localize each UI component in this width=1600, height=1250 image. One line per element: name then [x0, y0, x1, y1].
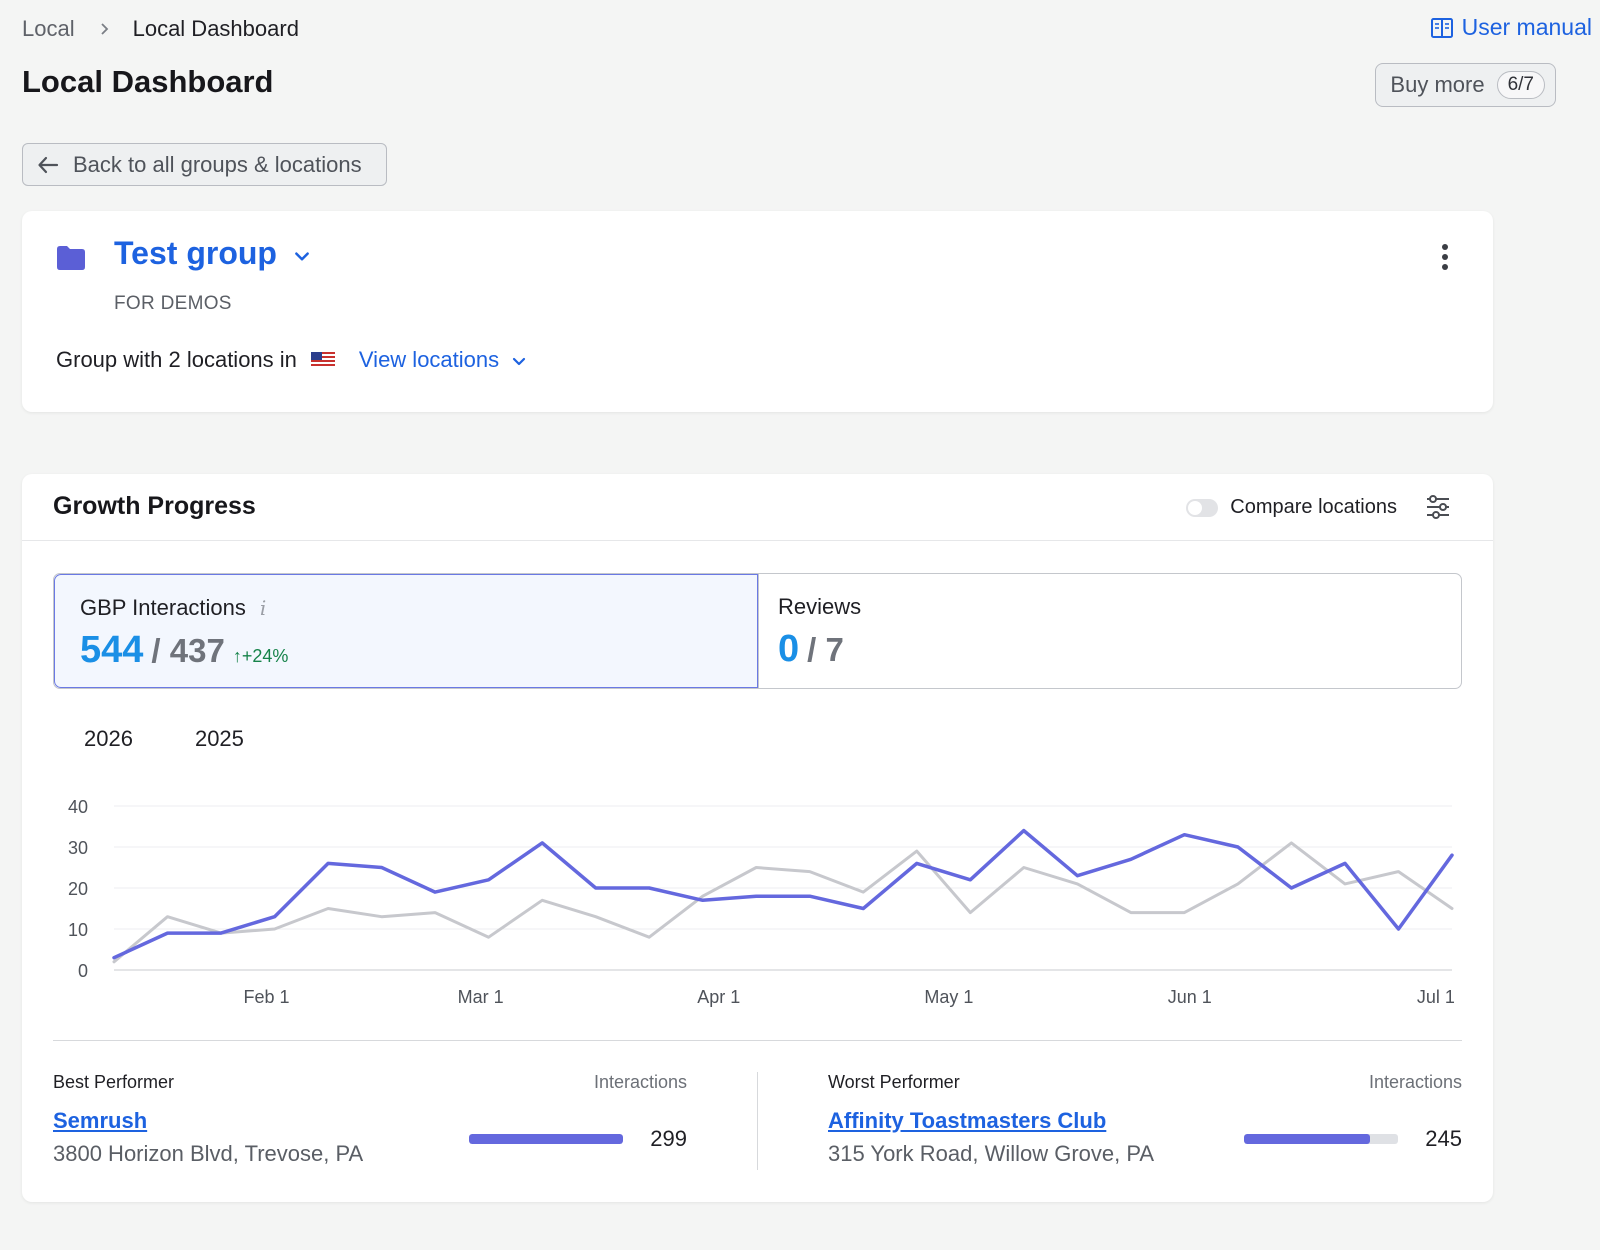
buy-more-button[interactable]: Buy more 6/7	[1375, 63, 1556, 107]
metric-label-text: GBP Interactions	[80, 595, 246, 620]
group-subtitle: FOR DEMOS	[114, 293, 232, 314]
best-performer-bar	[469, 1134, 623, 1144]
y-tick-label: 0	[78, 961, 88, 981]
chart-legend: 2026 2025	[84, 726, 244, 752]
metric-label: Reviews	[778, 594, 861, 620]
metric-current: 544	[80, 629, 144, 671]
x-tick-label: May 1	[924, 987, 973, 1007]
metric-label-text: Reviews	[778, 594, 862, 619]
buy-more-label: Buy more	[1390, 72, 1485, 97]
back-to-groups-button[interactable]: Back to all groups & locations	[22, 143, 387, 186]
view-locations-dropdown[interactable]: View locations	[359, 347, 527, 373]
toggle-switch[interactable]	[1186, 498, 1219, 517]
best-performer-link[interactable]: Semrush	[53, 1108, 147, 1134]
group-description: Group with 2 locations in View locations	[56, 347, 527, 373]
metric-current: 0	[778, 628, 800, 670]
series-line-2026	[112, 828, 1454, 960]
growth-header: Growth Progress Compare locations	[22, 474, 1493, 541]
compare-locations-label: Compare locations	[1230, 496, 1397, 518]
tab-reviews[interactable]: Reviews 0 / 7	[758, 574, 1461, 688]
sliders-icon[interactable]	[1425, 494, 1451, 520]
group-name: Test group	[114, 235, 277, 271]
group-description-text: Group with 2 locations in	[56, 347, 297, 372]
tab-gbp-interactions[interactable]: GBP Interactions i 544 / 437 ↑+24%	[54, 574, 758, 688]
breadcrumb-local-link[interactable]: Local	[22, 16, 75, 42]
view-locations-label: View locations	[358, 347, 500, 372]
metric-label: GBP Interactions i	[80, 595, 266, 621]
page-title: Local Dashboard	[22, 64, 274, 99]
best-performer-address: 3800 Horizon Blvd, Trevose, PA	[53, 1141, 364, 1166]
y-tick-label: 40	[68, 797, 88, 817]
metric-previous: / 7	[807, 631, 844, 668]
x-tick-label: Feb 1	[244, 987, 290, 1007]
interactions-column-label: Interactions	[1368, 1072, 1462, 1092]
user-manual-link[interactable]: User manual	[1430, 14, 1592, 41]
best-performer-heading: Best Performer	[53, 1072, 175, 1092]
interactions-line-chart: 0 10 20 30 40 Feb 1 Mar 1 Apr 1 May 1 Jun 1 Jul 1	[68, 797, 1455, 1007]
y-tick-label: 30	[68, 838, 88, 858]
group-card: Test group FOR DEMOS Group with 2 locati…	[22, 211, 1493, 412]
back-label: Back to all groups & locations	[73, 151, 362, 177]
metric-value: 0 / 7	[778, 628, 844, 671]
us-flag-icon	[310, 352, 335, 368]
x-tick-label: Mar 1	[458, 987, 504, 1007]
x-tick-label: Jul 1	[1417, 987, 1455, 1007]
more-options-icon[interactable]	[1441, 243, 1449, 271]
series-line-2025	[112, 841, 1454, 964]
worst-performer-bar	[1244, 1134, 1398, 1144]
best-performer-bar-fill	[469, 1134, 623, 1144]
compare-locations-toggle[interactable]: Compare locations	[1186, 496, 1397, 519]
x-tick-label: Apr 1	[697, 987, 740, 1007]
growth-title: Growth Progress	[53, 492, 256, 520]
worst-performer-value: 245	[1425, 1126, 1462, 1151]
user-manual-label: User manual	[1461, 14, 1592, 40]
metric-previous: / 437	[151, 632, 225, 669]
best-performer-value: 299	[650, 1126, 687, 1151]
chevron-down-icon	[295, 251, 309, 260]
worst-performer: Worst Performer Interactions Affinity To…	[828, 1072, 1462, 1172]
worst-performer-heading: Worst Performer	[828, 1072, 960, 1092]
growth-progress-card: Growth Progress Compare locations GBP In…	[22, 474, 1493, 1202]
breadcrumb: Local Local Dashboard	[22, 16, 299, 42]
group-selector[interactable]: Test group	[114, 235, 311, 272]
arrow-left-icon	[38, 156, 59, 173]
worst-performer-link[interactable]: Affinity Toastmasters Club	[828, 1108, 1106, 1134]
metric-tabs: GBP Interactions i 544 / 437 ↑+24% Revie…	[53, 573, 1462, 689]
limit-count-badge: 6/7	[1496, 71, 1545, 99]
worst-performer-bar-fill	[1244, 1134, 1371, 1144]
y-tick-label: 20	[68, 879, 88, 899]
y-tick-label: 10	[68, 920, 88, 940]
performer-divider	[757, 1072, 758, 1170]
interactions-column-label: Interactions	[593, 1072, 687, 1092]
info-icon[interactable]: i	[260, 596, 266, 620]
legend-item-2025[interactable]: 2025	[195, 726, 244, 752]
worst-performer-address: 315 York Road, Willow Grove, PA	[828, 1141, 1155, 1166]
legend-item-2026[interactable]: 2026	[84, 726, 133, 752]
x-tick-label: Jun 1	[1168, 987, 1212, 1007]
divider	[53, 1040, 1462, 1041]
metric-delta: ↑+24%	[232, 646, 289, 666]
best-performer: Best Performer Interactions Semrush 3800…	[53, 1072, 687, 1172]
chevron-down-icon	[513, 357, 526, 365]
book-icon	[1430, 17, 1453, 38]
metric-value: 544 / 437 ↑+24%	[80, 629, 288, 672]
breadcrumb-current: Local Dashboard	[132, 16, 299, 41]
chevron-right-icon	[100, 23, 108, 35]
folder-icon	[57, 246, 85, 270]
